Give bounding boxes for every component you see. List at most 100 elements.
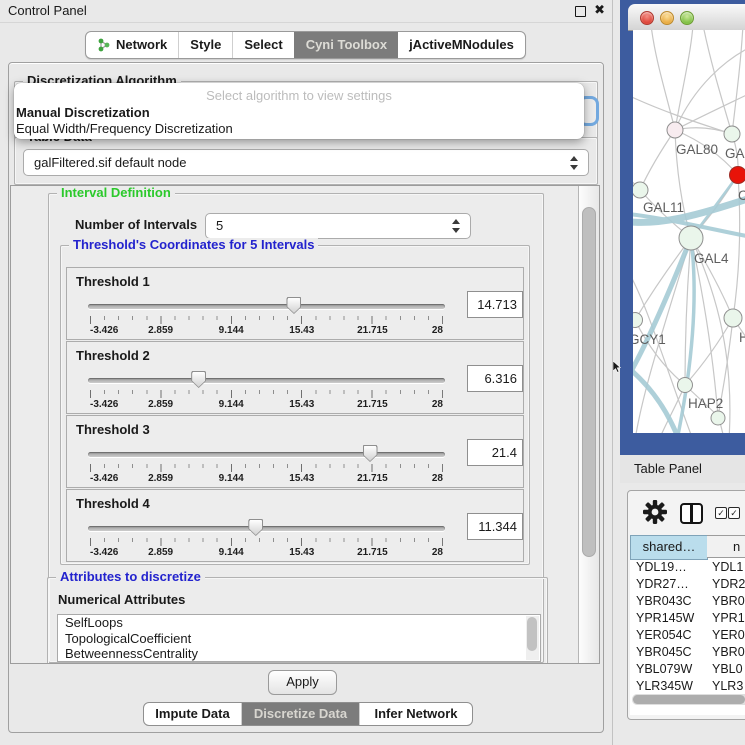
tab-network[interactable]: Network: [86, 32, 178, 58]
tick-label: 2.859: [148, 547, 173, 558]
column-header-shared-name[interactable]: shared…: [630, 535, 708, 560]
close-icon[interactable]: [594, 2, 605, 18]
list-scrollbar[interactable]: [526, 616, 539, 660]
network-icon: [97, 38, 111, 52]
table-row[interactable]: YBR043CYBR0: [630, 593, 745, 610]
threshold-value-field[interactable]: 6.316: [467, 365, 523, 392]
tick-label: 15.43: [289, 473, 314, 484]
algorithm-dropdown-popup: Select algorithm to view settings Manual…: [14, 83, 584, 139]
stepper-arrows-icon: [570, 156, 579, 170]
tick-label: 2.859: [148, 325, 173, 336]
threshold-value-field[interactable]: 14.713: [467, 291, 523, 318]
close-traffic-light-icon[interactable]: [640, 11, 654, 25]
node-red-selected[interactable]: [730, 167, 745, 184]
tick-label: 15.43: [289, 325, 314, 336]
slider-track[interactable]: [88, 526, 445, 531]
tab-discretize-data[interactable]: Discretize Data: [241, 703, 359, 725]
tab-select[interactable]: Select: [232, 32, 293, 58]
gear-icon[interactable]: [643, 500, 667, 524]
settings-scrollbar[interactable]: [578, 186, 599, 663]
tick-label: 28: [432, 473, 443, 484]
table-row[interactable]: YBR045CYBR0: [630, 644, 745, 661]
tick-label: -3.426: [90, 547, 118, 558]
checkbox-icon[interactable]: [728, 507, 740, 519]
mouse-cursor: [613, 361, 622, 373]
threshold-1-slider[interactable]: -3.4262.8599.14415.4321.71528: [88, 296, 445, 338]
slider-track[interactable]: [88, 378, 445, 383]
slider-thumb[interactable]: [191, 371, 206, 388]
slider-track[interactable]: [88, 452, 445, 457]
node-h[interactable]: [724, 309, 742, 327]
control-panel-window: Control Panel Network Style Select Cyni …: [0, 0, 613, 745]
node-label: C: [738, 188, 745, 203]
number-of-intervals-spinner[interactable]: 5: [205, 213, 471, 239]
list-item[interactable]: TopologicalCoefficient: [58, 631, 540, 647]
slider-thumb[interactable]: [286, 297, 301, 314]
checkbox-icon[interactable]: [715, 507, 727, 519]
settings-scrollbar-thumb[interactable]: [582, 207, 596, 557]
network-window-titlebar[interactable]: [628, 4, 745, 31]
float-window-icon[interactable]: [575, 6, 586, 17]
threshold-1-panel: Threshold 1 -3.4262.8599.14415.4321.7152…: [66, 267, 524, 340]
node-label: GA: [725, 146, 745, 161]
tab-cyni-toolbox[interactable]: Cyni Toolbox: [294, 32, 398, 58]
tick-label: 9.144: [219, 325, 244, 336]
node-gal80[interactable]: [667, 122, 683, 138]
table-row[interactable]: YBL079WYBL0: [630, 661, 745, 678]
threshold-4-panel: Threshold 4 -3.4262.8599.14415.4321.7152…: [66, 489, 524, 562]
threshold-2-panel: Threshold 2 -3.4262.8599.14415.4321.7152…: [66, 341, 524, 414]
column-header-name[interactable]: n: [707, 535, 745, 558]
combobox-value: galFiltered.sif default node: [34, 150, 186, 175]
table-row[interactable]: YPR145WYPR1: [630, 610, 745, 627]
node-hap2[interactable]: [678, 378, 693, 393]
group-label: Threshold's Coordinates for 5 Intervals: [69, 238, 318, 252]
slider-thumb[interactable]: [363, 445, 378, 462]
top-tab-bar: Network Style Select Cyni Toolbox jActiv…: [85, 31, 526, 59]
dropdown-option-manual-discretization[interactable]: Manual Discretization: [16, 105, 150, 120]
node-top-right[interactable]: [724, 126, 740, 142]
node-gal11[interactable]: [633, 182, 648, 198]
dropdown-placeholder: Select algorithm to view settings: [14, 88, 584, 103]
table-browser-panel: shared… n YDL19…YDL1 YDR27…YDR2 YBR043CY…: [627, 490, 745, 720]
table-horizontal-scrollbar[interactable]: [632, 694, 745, 705]
list-item[interactable]: SelfLoops: [58, 615, 540, 631]
tab-style[interactable]: Style: [178, 32, 232, 58]
tick-label: 21.715: [357, 547, 388, 558]
table-data-combobox[interactable]: galFiltered.sif default node: [23, 149, 589, 176]
minimize-traffic-light-icon[interactable]: [660, 11, 674, 25]
tick-label: 28: [432, 547, 443, 558]
threshold-3-slider[interactable]: -3.4262.8599.14415.4321.71528: [88, 444, 445, 486]
slider-ticks: [90, 316, 443, 324]
network-canvas[interactable]: GAL80 GA C GAL11 GAL4 GCY1 H HAP2: [633, 30, 745, 433]
slider-track[interactable]: [88, 304, 445, 309]
zoom-traffic-light-icon[interactable]: [680, 11, 694, 25]
node-attribute-table: shared… n YDL19…YDL1 YDR27…YDR2 YBR043CY…: [630, 535, 745, 715]
node-label: GCY1: [633, 332, 666, 347]
table-row[interactable]: YER054CYER0: [630, 627, 745, 644]
tab-label: Network: [116, 33, 167, 57]
tab-infer-network[interactable]: Infer Network: [359, 703, 472, 725]
apply-button[interactable]: Apply: [268, 670, 337, 695]
threshold-value-field[interactable]: 21.4: [467, 439, 523, 466]
node-gcy1[interactable]: [633, 313, 643, 328]
thresholds-group: Threshold's Coordinates for 5 Intervals …: [60, 245, 530, 565]
numerical-attributes-list[interactable]: SelfLoops TopologicalCoefficient Between…: [57, 614, 541, 662]
split-columns-icon[interactable]: [680, 503, 703, 524]
dropdown-option-equal-width[interactable]: Equal Width/Frequency Discretization: [16, 121, 233, 136]
slider-thumb[interactable]: [248, 519, 263, 536]
node-bottom[interactable]: [711, 411, 725, 425]
threshold-label: Threshold 4: [76, 496, 150, 511]
tab-jactivemnodules[interactable]: jActiveMNodules: [398, 32, 525, 58]
list-item[interactable]: BetweennessCentrality: [58, 646, 540, 662]
threshold-2-slider[interactable]: -3.4262.8599.14415.4321.71528: [88, 370, 445, 412]
threshold-value-field[interactable]: 11.344: [467, 513, 523, 540]
table-row[interactable]: YDR27…YDR2: [630, 576, 745, 593]
group-label: Interval Definition: [57, 186, 175, 200]
threshold-label: Threshold 2: [76, 348, 150, 363]
tick-label: 2.859: [148, 473, 173, 484]
threshold-4-slider[interactable]: -3.4262.8599.14415.4321.71528: [88, 518, 445, 560]
tab-impute-data[interactable]: Impute Data: [144, 703, 241, 725]
node-gal4[interactable]: [679, 226, 703, 250]
scrollbar-thumb: [633, 695, 745, 704]
table-row[interactable]: YDL19…YDL1: [630, 559, 745, 576]
